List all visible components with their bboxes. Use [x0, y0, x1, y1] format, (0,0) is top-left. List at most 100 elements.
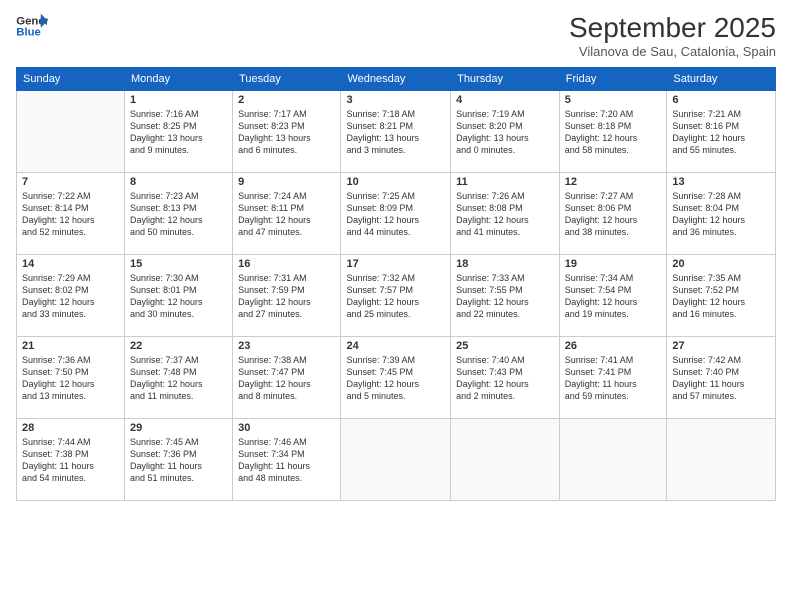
calendar-cell: 30 Sunrise: 7:46 AMSunset: 7:34 PMDayligh… [233, 419, 341, 501]
calendar-cell: 7 Sunrise: 7:22 AMSunset: 8:14 PMDaylight… [17, 173, 125, 255]
calendar-cell: 20 Sunrise: 7:35 AMSunset: 7:52 PMDayligh… [667, 255, 776, 337]
day-number: 20 [672, 258, 770, 270]
calendar-cell: 1Sunrise: 7:16 AMSunset: 8:25 PMDaylight… [124, 91, 232, 173]
calendar-cell: 9 Sunrise: 7:24 AMSunset: 8:11 PMDaylight… [233, 173, 341, 255]
day-info: Sunrise: 7:25 AMSunset: 8:09 PMDaylight:… [346, 190, 445, 239]
calendar-cell: 5Sunrise: 7:20 AMSunset: 8:18 PMDaylight… [559, 91, 667, 173]
day-info: Sunrise: 7:21 AMSunset: 8:16 PMDaylight:… [672, 108, 770, 157]
day-info: Sunrise: 7:17 AMSunset: 8:23 PMDaylight:… [238, 108, 335, 157]
day-info: Sunrise: 7:39 AMSunset: 7:45 PMDaylight:… [346, 354, 445, 403]
day-number: 24 [346, 340, 445, 352]
month-title: September 2025 [569, 12, 776, 44]
day-number: 9 [238, 176, 335, 188]
day-info: Sunrise: 7:24 AMSunset: 8:11 PMDaylight:… [238, 190, 335, 239]
day-number: 30 [238, 422, 335, 434]
page: General Blue September 2025 Vilanova de … [0, 0, 792, 612]
col-thursday: Thursday [451, 68, 560, 91]
calendar-cell: 19 Sunrise: 7:34 AMSunset: 7:54 PMDayligh… [559, 255, 667, 337]
logo: General Blue [16, 12, 48, 40]
day-number: 29 [130, 422, 227, 434]
day-number: 25 [456, 340, 554, 352]
day-info: Sunrise: 7:34 AMSunset: 7:54 PMDaylight:… [565, 272, 662, 321]
day-number: 10 [346, 176, 445, 188]
calendar-cell [451, 419, 560, 501]
col-saturday: Saturday [667, 68, 776, 91]
calendar-cell: 26Sunrise: 7:41 AMSunset: 7:41 PMDayligh… [559, 337, 667, 419]
calendar-cell: 23 Sunrise: 7:38 AMSunset: 7:47 PMDayligh… [233, 337, 341, 419]
calendar-week-row: 21Sunrise: 7:36 AMSunset: 7:50 PMDayligh… [17, 337, 776, 419]
calendar-cell: 10 Sunrise: 7:25 AMSunset: 8:09 PMDayligh… [341, 173, 451, 255]
calendar-cell: 4Sunrise: 7:19 AMSunset: 8:20 PMDaylight… [451, 91, 560, 173]
calendar-cell: 6Sunrise: 7:21 AMSunset: 8:16 PMDaylight… [667, 91, 776, 173]
day-number: 14 [22, 258, 119, 270]
col-wednesday: Wednesday [341, 68, 451, 91]
calendar-cell: 8 Sunrise: 7:23 AMSunset: 8:13 PMDaylight… [124, 173, 232, 255]
day-info: Sunrise: 7:38 AMSunset: 7:47 PMDaylight:… [238, 354, 335, 403]
col-friday: Friday [559, 68, 667, 91]
day-info: Sunrise: 7:23 AMSunset: 8:13 PMDaylight:… [130, 190, 227, 239]
day-number: 23 [238, 340, 335, 352]
day-info: Sunrise: 7:18 AMSunset: 8:21 PMDaylight:… [346, 108, 445, 157]
calendar-cell: 3 Sunrise: 7:18 AMSunset: 8:21 PMDaylight… [341, 91, 451, 173]
calendar-cell: 29 Sunrise: 7:45 AMSunset: 7:36 PMDayligh… [124, 419, 232, 501]
day-number: 17 [346, 258, 445, 270]
day-number: 13 [672, 176, 770, 188]
calendar-cell: 25 Sunrise: 7:40 AMSunset: 7:43 PMDayligh… [451, 337, 560, 419]
day-number: 2 [238, 94, 335, 106]
calendar-cell: 22Sunrise: 7:37 AMSunset: 7:48 PMDayligh… [124, 337, 232, 419]
calendar-week-row: 7 Sunrise: 7:22 AMSunset: 8:14 PMDaylight… [17, 173, 776, 255]
day-info: Sunrise: 7:44 AMSunset: 7:38 PMDaylight:… [22, 436, 119, 485]
col-sunday: Sunday [17, 68, 125, 91]
day-number: 27 [672, 340, 770, 352]
col-monday: Monday [124, 68, 232, 91]
day-info: Sunrise: 7:40 AMSunset: 7:43 PMDaylight:… [456, 354, 554, 403]
day-info: Sunrise: 7:42 AMSunset: 7:40 PMDaylight:… [672, 354, 770, 403]
day-info: Sunrise: 7:46 AMSunset: 7:34 PMDaylight:… [238, 436, 335, 485]
svg-text:Blue: Blue [16, 27, 41, 39]
calendar-cell: 12 Sunrise: 7:27 AMSunset: 8:06 PMDayligh… [559, 173, 667, 255]
calendar-cell: 17 Sunrise: 7:32 AMSunset: 7:57 PMDayligh… [341, 255, 451, 337]
day-number: 4 [456, 94, 554, 106]
day-info: Sunrise: 7:32 AMSunset: 7:57 PMDaylight:… [346, 272, 445, 321]
day-number: 16 [238, 258, 335, 270]
day-number: 3 [346, 94, 445, 106]
calendar-table: Sunday Monday Tuesday Wednesday Thursday… [16, 67, 776, 501]
calendar-cell: 24 Sunrise: 7:39 AMSunset: 7:45 PMDayligh… [341, 337, 451, 419]
day-info: Sunrise: 7:37 AMSunset: 7:48 PMDaylight:… [130, 354, 227, 403]
day-number: 7 [22, 176, 119, 188]
calendar-cell [17, 91, 125, 173]
calendar-cell: 14Sunrise: 7:29 AMSunset: 8:02 PMDayligh… [17, 255, 125, 337]
day-number: 12 [565, 176, 662, 188]
day-info: Sunrise: 7:45 AMSunset: 7:36 PMDaylight:… [130, 436, 227, 485]
calendar-cell [341, 419, 451, 501]
col-tuesday: Tuesday [233, 68, 341, 91]
calendar-cell: 16 Sunrise: 7:31 AMSunset: 7:59 PMDayligh… [233, 255, 341, 337]
day-number: 18 [456, 258, 554, 270]
day-number: 8 [130, 176, 227, 188]
calendar-week-row: 14Sunrise: 7:29 AMSunset: 8:02 PMDayligh… [17, 255, 776, 337]
calendar-cell [559, 419, 667, 501]
calendar-cell: 11Sunrise: 7:26 AMSunset: 8:08 PMDayligh… [451, 173, 560, 255]
calendar-cell: 28 Sunrise: 7:44 AMSunset: 7:38 PMDayligh… [17, 419, 125, 501]
header: General Blue September 2025 Vilanova de … [16, 12, 776, 59]
day-info: Sunrise: 7:20 AMSunset: 8:18 PMDaylight:… [565, 108, 662, 157]
day-info: Sunrise: 7:33 AMSunset: 7:55 PMDaylight:… [456, 272, 554, 321]
day-number: 19 [565, 258, 662, 270]
calendar-cell: 15Sunrise: 7:30 AMSunset: 8:01 PMDayligh… [124, 255, 232, 337]
day-number: 21 [22, 340, 119, 352]
title-block: September 2025 Vilanova de Sau, Cataloni… [569, 12, 776, 59]
day-info: Sunrise: 7:26 AMSunset: 8:08 PMDaylight:… [456, 190, 554, 239]
calendar-week-row: 28 Sunrise: 7:44 AMSunset: 7:38 PMDayligh… [17, 419, 776, 501]
calendar-week-row: 1Sunrise: 7:16 AMSunset: 8:25 PMDaylight… [17, 91, 776, 173]
logo-icon: General Blue [16, 12, 48, 40]
day-info: Sunrise: 7:31 AMSunset: 7:59 PMDaylight:… [238, 272, 335, 321]
calendar-cell [667, 419, 776, 501]
day-info: Sunrise: 7:35 AMSunset: 7:52 PMDaylight:… [672, 272, 770, 321]
location-subtitle: Vilanova de Sau, Catalonia, Spain [569, 44, 776, 59]
day-number: 28 [22, 422, 119, 434]
calendar-cell: 21Sunrise: 7:36 AMSunset: 7:50 PMDayligh… [17, 337, 125, 419]
day-info: Sunrise: 7:27 AMSunset: 8:06 PMDaylight:… [565, 190, 662, 239]
day-number: 1 [130, 94, 227, 106]
day-info: Sunrise: 7:30 AMSunset: 8:01 PMDaylight:… [130, 272, 227, 321]
day-info: Sunrise: 7:22 AMSunset: 8:14 PMDaylight:… [22, 190, 119, 239]
